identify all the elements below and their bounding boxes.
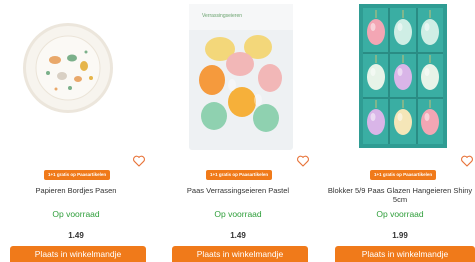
- add-to-cart-button[interactable]: Plaats in winkelmandje: [335, 246, 475, 262]
- promo-badge: 1+1 gratis op Paasartikelen: [206, 170, 273, 180]
- stock-status: Op voorraad: [376, 209, 424, 219]
- stock-status: Op voorraad: [52, 209, 100, 219]
- stock-status: Op voorraad: [214, 209, 262, 219]
- product-grid: 1+1 gratis op Paasartikelen Papieren Bor…: [0, 0, 475, 262]
- product-price: 1.99: [392, 231, 408, 240]
- add-to-cart-button[interactable]: Plaats in winkelmandje: [172, 246, 308, 262]
- promo-badge: 1+1 gratis op Paasartikelen: [44, 170, 111, 180]
- favorite-heart-icon[interactable]: [132, 154, 146, 168]
- product-name[interactable]: Blokker 5/9 Paas Glazen Hangeieren Shiny…: [325, 186, 475, 204]
- product-price: 1.49: [230, 231, 246, 240]
- product-name[interactable]: Papieren Bordjes Pasen: [0, 186, 152, 195]
- product-name[interactable]: Paas Verrassingseieren Pastel: [162, 186, 314, 195]
- product-image-surprise-eggs[interactable]: Verrassingseieren: [162, 0, 314, 150]
- product-image-paper-plates[interactable]: [0, 0, 152, 150]
- favorite-heart-icon[interactable]: [296, 154, 310, 168]
- product-card: 1+1 gratis op Paasartikelen Blokker 5/9 …: [325, 0, 475, 262]
- product-card: Verrassingseieren 1+1 gratis op Paasarti…: [162, 0, 314, 262]
- product-card: 1+1 gratis op Paasartikelen Papieren Bor…: [0, 0, 152, 262]
- promo-badge: 1+1 gratis op Paasartikelen: [370, 170, 437, 180]
- package-label: Verrassingseieren: [202, 13, 242, 19]
- product-image-glass-hanging-eggs[interactable]: [325, 0, 475, 150]
- add-to-cart-button[interactable]: Plaats in winkelmandje: [10, 246, 146, 262]
- favorite-heart-icon[interactable]: [460, 154, 474, 168]
- product-price: 1.49: [68, 231, 84, 240]
